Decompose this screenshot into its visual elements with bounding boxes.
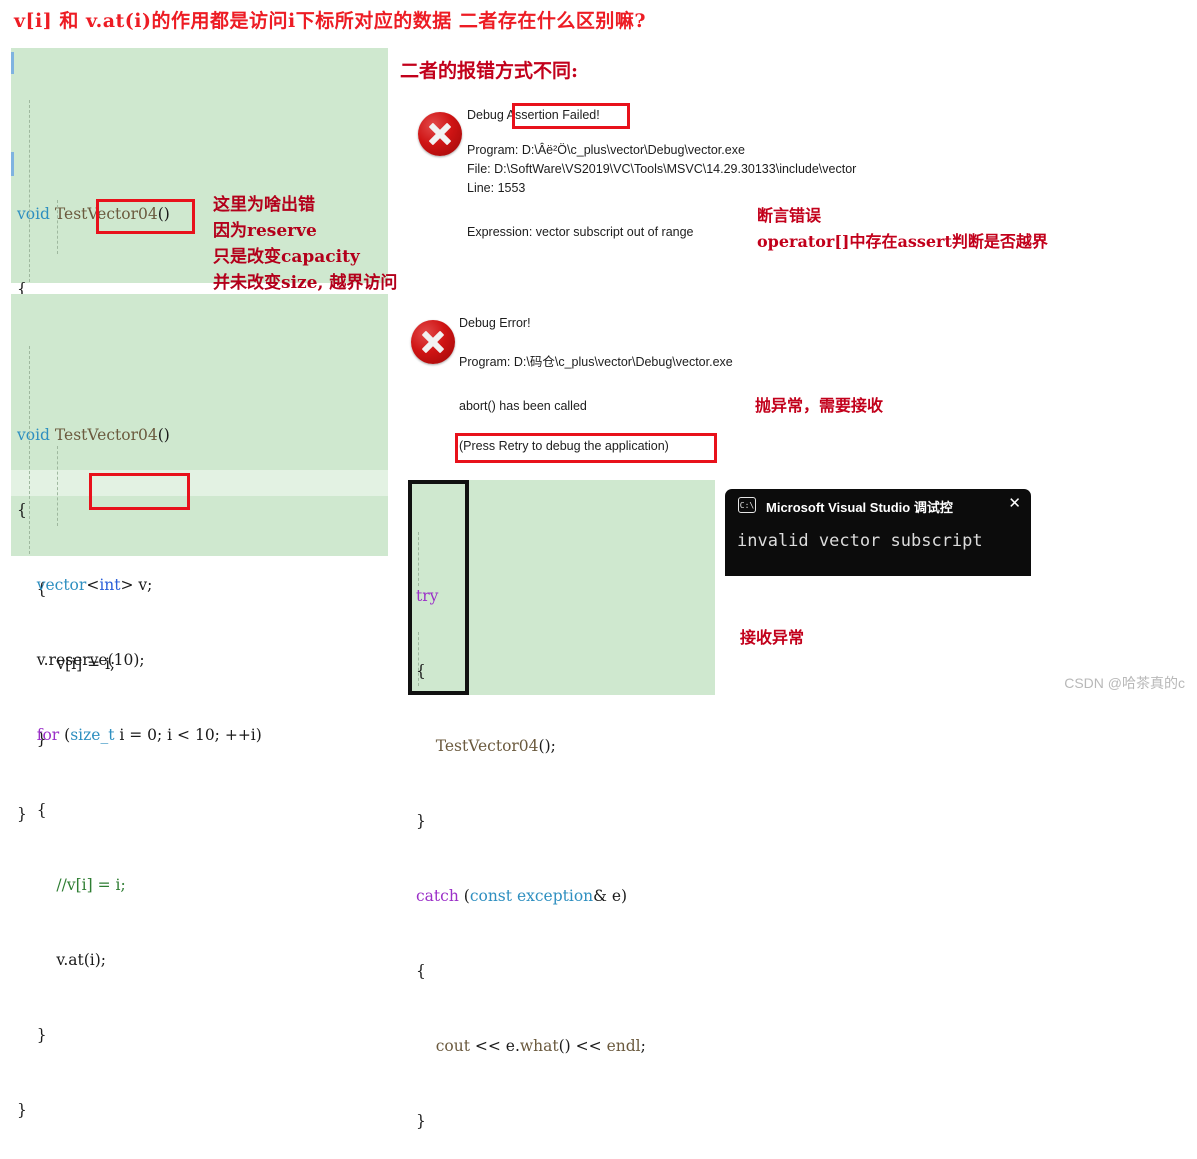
highlight-box-press-retry xyxy=(455,433,717,463)
assertion-dialog-line-number: Line: 1553 xyxy=(467,181,526,195)
page-title: v[i] 和 v.at(i)的作用都是访问i下标所对应的数据 二者存在什么区别嘛… xyxy=(14,10,646,32)
code-change-marker xyxy=(11,152,14,176)
code-line: { xyxy=(17,501,27,519)
annotation-why-error: 这里为啥出错 因为reserve 只是改变capacity 并未改变size, … xyxy=(213,195,398,293)
code-line: } xyxy=(17,1026,47,1044)
code-line: v.at(i); xyxy=(17,951,107,969)
error-circle-icon xyxy=(418,112,462,156)
code-line: v.reserve(10); xyxy=(17,651,145,669)
debug-error-dialog-abort-message: abort() has been called xyxy=(459,399,587,413)
code-line: } xyxy=(17,1101,27,1119)
code-line: //v[i] = i; xyxy=(56,876,126,894)
close-icon[interactable]: ✕ xyxy=(1008,496,1021,511)
assertion-dialog-file-path: File: D:\SoftWare\VS2019\VC\Tools\MSVC\1… xyxy=(467,162,857,176)
annotation-throws-exception: 抛异常，需要接收 xyxy=(755,396,884,415)
console-title-bar[interactable]: C:\ Microsoft Visual Studio 调试控 ✕ xyxy=(725,489,1031,522)
annotation-assertion-error: 断言错误 operator[]中存在assert判断是否越界 xyxy=(757,206,1048,251)
annotation-error-styles-differ: 二者的报错方式不同: xyxy=(400,60,579,82)
indent-guide xyxy=(57,446,58,526)
code-line: for (size_t i = 0; i < 10; ++i) xyxy=(36,726,262,744)
highlight-box-subscript-assign xyxy=(96,199,195,234)
console-window: C:\ Microsoft Visual Studio 调试控 ✕ invali… xyxy=(725,489,1031,576)
annotation-catch-exception: 接收异常 xyxy=(740,628,805,647)
error-circle-icon xyxy=(411,320,455,364)
code-change-marker xyxy=(11,52,14,74)
code-line: { xyxy=(17,801,47,819)
code-line: } xyxy=(416,1112,426,1130)
assertion-dialog-title-prefix: Debug xyxy=(467,108,507,122)
highlight-box-assertion-failed xyxy=(512,103,630,129)
code-line: } xyxy=(416,812,426,830)
debug-error-dialog-program-path: Program: D:\码仓\c_plus\vector\Debug\vecto… xyxy=(459,355,733,369)
csdn-watermark: CSDN @哈茶真的c xyxy=(1064,675,1185,691)
code-line: { xyxy=(416,962,426,980)
current-line-highlight xyxy=(11,470,388,496)
indent-guide xyxy=(29,100,30,282)
indent-guide xyxy=(57,200,58,254)
highlight-box-at-call xyxy=(89,473,190,510)
assertion-dialog-expression: Expression: vector subscript out of rang… xyxy=(467,225,694,239)
indent-guide xyxy=(29,346,30,554)
terminal-icon: C:\ xyxy=(738,497,756,513)
highlight-box-try-catch xyxy=(408,480,469,695)
code-line: void TestVector04() xyxy=(17,426,170,444)
console-window-title: Microsoft Visual Studio 调试控 xyxy=(766,500,953,515)
code-line: cout << e.what() << endl; xyxy=(435,1037,646,1055)
code-line: vector<int> v; xyxy=(36,576,153,594)
console-output-text: invalid vector subscript xyxy=(737,531,983,551)
assertion-dialog-program-path: Program: D:\Âë²Ö\c_plus\vector\Debug\vec… xyxy=(467,143,745,157)
code-line: TestVector04(); xyxy=(435,737,556,755)
debug-error-dialog-title: Debug Error! xyxy=(459,316,531,330)
code-block-at-method: void TestVector04() { vector<int> v; v.r… xyxy=(11,294,388,1119)
code-line: catch (const exception& e) xyxy=(416,887,628,905)
